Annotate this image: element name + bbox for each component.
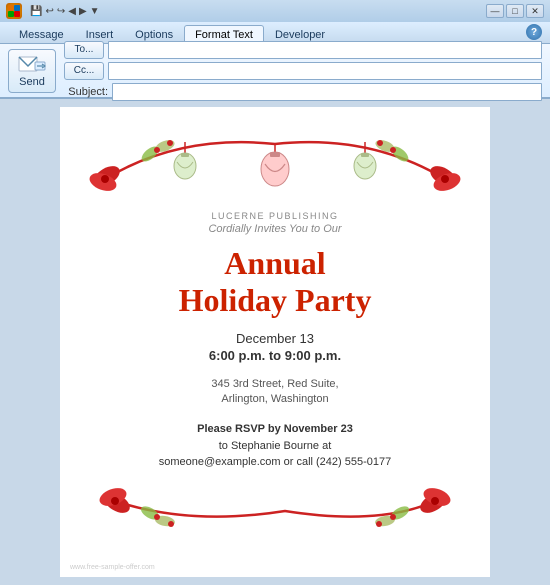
undo-qa-btn[interactable]: ↩ xyxy=(45,6,53,17)
to-input[interactable] xyxy=(108,41,542,59)
title-bar: 💾 ↩ ↪ ◀ ▶ ▼ — □ ✕ xyxy=(0,0,550,22)
invitation-card: LUCERNE PUBLISHING Cordially Invites You… xyxy=(60,107,490,577)
app-icon xyxy=(6,3,22,19)
send-icon xyxy=(18,54,46,74)
to-row: To... xyxy=(64,41,542,59)
close-button[interactable]: ✕ xyxy=(526,4,544,18)
email-form: To... Cc... Subject: xyxy=(64,41,542,101)
date-line: December 13 xyxy=(236,331,314,346)
help-button[interactable]: ? xyxy=(526,24,542,40)
send-label: Send xyxy=(19,76,45,88)
minimize-button[interactable]: — xyxy=(486,4,504,18)
subject-row: Subject: xyxy=(64,83,542,101)
forward-qa-btn[interactable]: ▶ xyxy=(79,6,87,17)
dropdown-qa-btn[interactable]: ▼ xyxy=(90,6,100,17)
cc-button[interactable]: Cc... xyxy=(64,62,104,80)
time-line: 6:00 p.m. to 9:00 p.m. xyxy=(209,348,341,363)
email-body: LUCERNE PUBLISHING Cordially Invites You… xyxy=(0,99,550,585)
save-qa-btn[interactable]: 💾 xyxy=(30,6,42,17)
cc-input[interactable] xyxy=(108,62,542,80)
watermark: www.free-sample-offer.com xyxy=(70,564,155,571)
to-button[interactable]: To... xyxy=(64,41,104,59)
cordially-text: Cordially Invites You to Our xyxy=(208,223,341,235)
subject-label: Subject: xyxy=(64,86,108,98)
top-ornament xyxy=(84,123,466,203)
party-title: Annual Holiday Party xyxy=(179,245,372,319)
company-name: LUCERNE PUBLISHING xyxy=(211,211,338,221)
send-button[interactable]: Send xyxy=(8,49,56,93)
window-controls: — □ ✕ xyxy=(486,4,544,18)
back-qa-btn[interactable]: ◀ xyxy=(68,6,76,17)
quick-access-toolbar: 💾 ↩ ↪ ◀ ▶ ▼ xyxy=(30,6,100,17)
redo-qa-btn[interactable]: ↪ xyxy=(57,6,65,17)
cc-row: Cc... xyxy=(64,62,542,80)
subject-input[interactable] xyxy=(112,83,542,101)
bottom-ornament xyxy=(84,479,466,539)
address-line: 345 3rd Street, Red Suite, Arlington, Wa… xyxy=(211,377,338,408)
ribbon-content: Send To... Cc... Subject: xyxy=(0,44,550,99)
rsvp-line: Please RSVP by November 23 to Stephanie … xyxy=(159,421,392,471)
maximize-button[interactable]: □ xyxy=(506,4,524,18)
